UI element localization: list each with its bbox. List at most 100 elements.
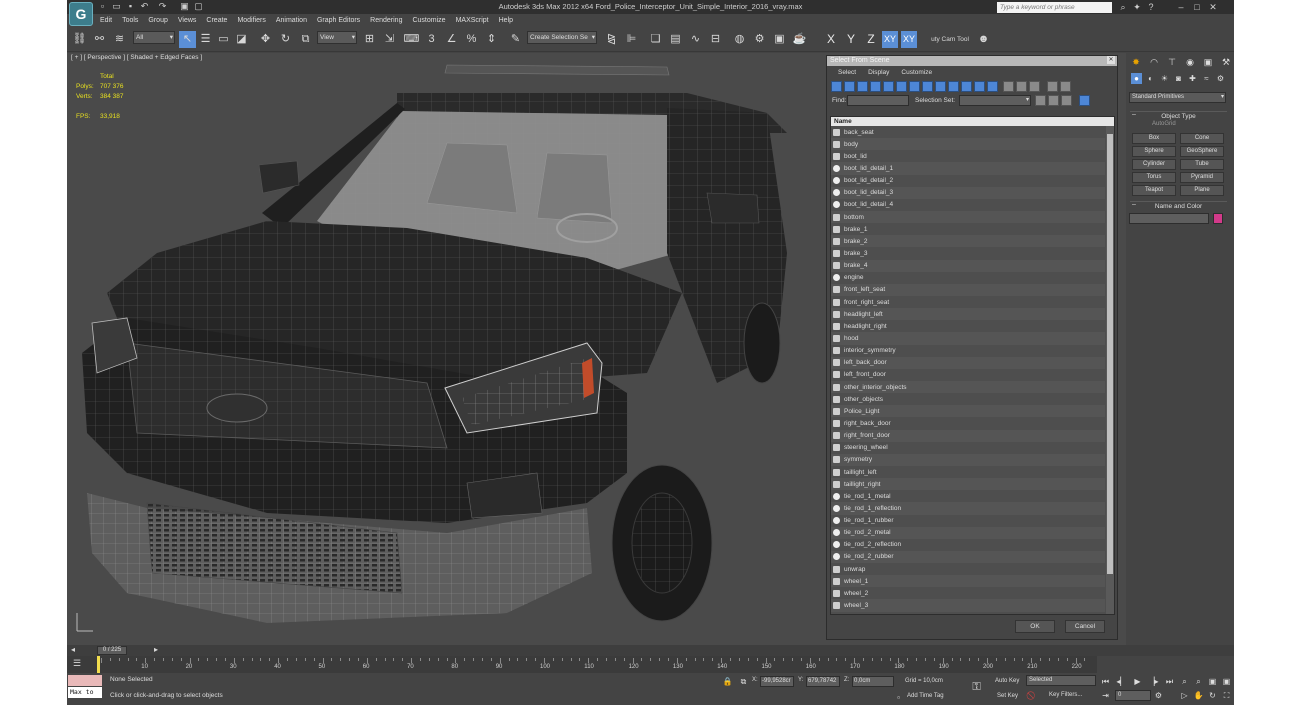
plane-button[interactable]: Plane [1180, 185, 1224, 196]
list-item[interactable]: right_back_door [831, 417, 1105, 429]
rect-selection-icon[interactable]: ▭ [215, 31, 232, 48]
ok-button[interactable]: OK [1015, 620, 1055, 633]
list-item[interactable]: interior_symmetry [831, 345, 1105, 357]
minimize-icon[interactable]: – [1175, 1, 1187, 13]
named-selection-dropdown[interactable]: Create Selection Se [527, 31, 597, 44]
list-item[interactable]: brake_1 [831, 223, 1105, 235]
scale-icon[interactable]: ⧉ [297, 31, 314, 48]
open-file-icon[interactable]: ▭ [111, 1, 122, 12]
display-frozen-icon[interactable] [961, 81, 972, 92]
track-bar[interactable]: ☰ 10 20 30 40 50 60 70 80 90 100 110 120 130 140 150 16… [67, 656, 1097, 673]
menu-help[interactable]: Help [494, 14, 518, 28]
move-icon[interactable]: ✥ [257, 31, 274, 48]
modify-tab-icon[interactable]: ◠ [1147, 55, 1161, 69]
list-scrollbar[interactable] [1106, 126, 1114, 614]
sphere-button[interactable]: Sphere [1132, 146, 1176, 157]
selection-set-remove-icon[interactable] [1048, 95, 1059, 106]
display-tab-icon[interactable]: ▣ [1201, 55, 1215, 69]
menu-rendering[interactable]: Rendering [365, 14, 407, 28]
dialog-menu-display[interactable]: Display [862, 66, 895, 79]
box-button[interactable]: Box [1132, 133, 1176, 144]
column-header-name[interactable]: Name [831, 117, 1114, 126]
selected-set-dropdown[interactable]: Selected [1026, 675, 1096, 686]
spacewarps-category-icon[interactable]: ≈ [1201, 73, 1212, 84]
help-icon[interactable]: ? [1145, 1, 1157, 13]
list-item[interactable]: boot_lid [831, 150, 1105, 162]
maxscript-listener[interactable] [68, 675, 102, 686]
skull-icon[interactable]: ☻ [975, 31, 992, 48]
list-item[interactable]: unwrap [831, 563, 1105, 575]
shapes-category-icon[interactable]: ◐ [1145, 73, 1156, 84]
key-icon[interactable]: ⚿ [971, 682, 982, 693]
utility-cam-tool[interactable]: uty Cam Tool [927, 31, 973, 48]
dialog-menu-customize[interactable]: Customize [895, 66, 938, 79]
list-item[interactable]: boot_lid_detail_2 [831, 175, 1105, 187]
menu-graph-editors[interactable]: Graph Editors [312, 14, 365, 28]
y-coordinate-field[interactable]: 679,78742 [806, 676, 840, 687]
schematic-view-icon[interactable]: ⊟ [707, 31, 724, 48]
add-time-tag-button[interactable]: Add Time Tag [907, 691, 944, 702]
list-item[interactable]: left_back_door [831, 356, 1105, 369]
tube-button[interactable]: Tube [1180, 159, 1224, 170]
list-item[interactable]: tie_rod_1_metal [831, 490, 1105, 502]
prev-key-icon[interactable]: ◂▏ [1116, 676, 1127, 687]
teapot-button[interactable]: Teapot [1132, 185, 1176, 196]
display-geometry-icon[interactable] [831, 81, 842, 92]
no-key-icon[interactable]: ⃠ [1027, 690, 1038, 701]
list-item[interactable]: bottom [831, 210, 1105, 224]
autogrid-checkbox[interactable]: AutoGrid [1152, 121, 1176, 127]
list-item[interactable]: other_interior_objects [831, 380, 1105, 394]
fetch-icon[interactable]: ▢ [193, 1, 204, 12]
list-item[interactable]: hood [831, 332, 1105, 345]
display-xrefs-icon[interactable] [922, 81, 933, 92]
axis-x-button[interactable]: X [823, 31, 839, 48]
bind-spacewarp-icon[interactable]: ≋ [111, 31, 128, 48]
display-bones-icon[interactable] [935, 81, 946, 92]
z-coordinate-field[interactable]: 0,0cm [852, 676, 894, 687]
list-item[interactable]: tie_rod_2_rubber [831, 550, 1105, 564]
list-item[interactable]: taillight_right [831, 478, 1105, 491]
render-teapot-icon[interactable]: ☕ [791, 31, 808, 48]
selection-set-dropdown[interactable] [959, 95, 1031, 106]
spinner-snap-icon[interactable]: ⇕ [483, 31, 500, 48]
field-of-view-icon[interactable]: ▷ [1179, 690, 1190, 701]
material-editor-icon[interactable]: ◍ [731, 31, 748, 48]
axis-z-button[interactable]: Z [863, 31, 879, 48]
list-item[interactable]: tie_rod_2_reflection [831, 539, 1105, 551]
list-item[interactable]: brake_4 [831, 259, 1105, 272]
align-icon[interactable]: ⊫ [623, 31, 640, 48]
zoom-all-icon[interactable]: ⌕ [1193, 676, 1204, 687]
axis-xy-button[interactable]: XY [882, 31, 898, 48]
menu-modifiers[interactable]: Modifiers [232, 14, 270, 28]
window-crossing-icon[interactable]: ◪ [233, 31, 250, 48]
list-item[interactable]: front_right_seat [831, 296, 1105, 308]
selection-filter-dropdown[interactable]: All [133, 31, 175, 44]
menu-edit[interactable]: Edit [95, 14, 117, 28]
play-icon[interactable]: ▶ [1132, 676, 1143, 687]
menu-maxscript[interactable]: MAXScript [451, 14, 494, 28]
save-icon[interactable]: ▪ [125, 1, 136, 12]
list-item[interactable]: headlight_left [831, 308, 1105, 321]
cone-button[interactable]: Cone [1180, 133, 1224, 144]
list-item[interactable]: tie_rod_2_metal [831, 526, 1105, 539]
hold-icon[interactable]: ▣ [179, 1, 190, 12]
reference-coord-dropdown[interactable]: View [317, 31, 357, 44]
search-icon[interactable]: ⌕ [1117, 1, 1129, 13]
name-color-title[interactable]: Name and Color [1130, 201, 1227, 211]
maxscript-mini-input[interactable]: Max to [68, 687, 102, 698]
key-mode-icon[interactable]: ⇥ [1100, 690, 1111, 701]
select-all-icon[interactable] [1003, 81, 1014, 92]
rotate-icon[interactable]: ↻ [277, 31, 294, 48]
list-item[interactable]: taillight_left [831, 466, 1105, 478]
list-item[interactable]: other_objects [831, 393, 1105, 405]
list-item[interactable]: wheel_2 [831, 587, 1105, 599]
time-config-icon[interactable]: ⚙ [1153, 690, 1164, 701]
cameras-category-icon[interactable]: ◙ [1173, 73, 1184, 84]
find-input[interactable] [847, 95, 909, 106]
unlink-icon[interactable]: ⚯ [91, 31, 108, 48]
list-item[interactable]: boot_lid_detail_1 [831, 162, 1105, 175]
menu-views[interactable]: Views [173, 14, 202, 28]
auto-key-button[interactable]: Auto Key [995, 676, 1019, 687]
next-key-icon[interactable]: ▕▸ [1148, 676, 1159, 687]
lock-selection-icon[interactable]: 🔒 [722, 676, 733, 687]
